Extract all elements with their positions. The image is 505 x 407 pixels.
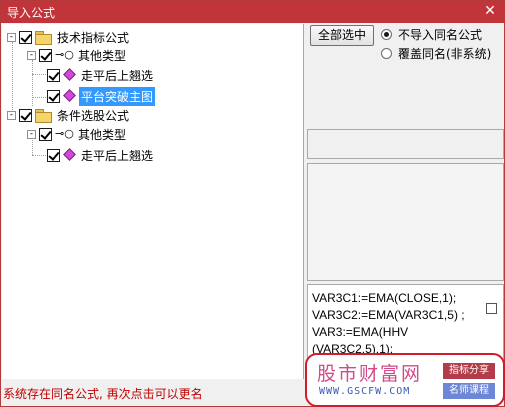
- formula-icon: [63, 149, 75, 161]
- tree-item-label: 走平后上翘选: [81, 68, 154, 83]
- tree-checkbox[interactable]: [47, 68, 60, 82]
- code-line: VAR3C1:=EMA(CLOSE,1);: [312, 291, 457, 305]
- tree-item-label: 条件选股公式: [57, 108, 130, 123]
- formula-icon: [63, 90, 75, 102]
- radio-button[interactable]: [381, 48, 392, 59]
- close-icon[interactable]: ✕: [482, 3, 498, 19]
- code-line: VAR3:=EMA(HHV: [312, 325, 409, 339]
- tree-item-other-types[interactable]: - ⊸○ 其他类型: [27, 46, 128, 64]
- tree-item-label: 走平后上翘选: [81, 148, 154, 163]
- watermark-logo: 股市财富网 WWW.GSCFW.COM 指标分享 名师课程: [305, 353, 505, 407]
- code-checkbox[interactable]: [486, 303, 497, 314]
- tree-item-label: 其他类型: [78, 127, 127, 142]
- status-message: 系统存在同名公式, 再次点击可以更名: [3, 387, 203, 401]
- site-name: 股市财富网: [317, 363, 423, 385]
- key-icon: ⊸○: [55, 127, 74, 140]
- import-formula-dialog: 导入公式 ✕ - 技术指标公式 - ⊸○ 其他类型 走平后上翘选 平台突破主图 …: [0, 0, 505, 407]
- tree-checkbox[interactable]: [39, 127, 52, 141]
- tree-checkbox[interactable]: [19, 30, 32, 44]
- tree-item-label: 其他类型: [78, 48, 127, 63]
- code-line: VAR3C2:=EMA(VAR3C1,5) ;: [312, 308, 465, 322]
- name-field[interactable]: [307, 129, 504, 159]
- tree-item-formula[interactable]: 走平后上翘选: [47, 146, 155, 164]
- collapse-icon[interactable]: -: [7, 32, 16, 42]
- tree-item-stock-selection[interactable]: - 条件选股公式: [7, 106, 131, 124]
- tree-item-other-types[interactable]: - ⊸○ 其他类型: [27, 125, 128, 143]
- radio-overwrite[interactable]: 覆盖同名(非系统): [381, 45, 491, 62]
- tag-indicator-share: 指标分享: [443, 363, 495, 379]
- tree-checkbox[interactable]: [47, 148, 60, 162]
- radio-no-import[interactable]: 不导入同名公式: [381, 26, 482, 43]
- tree-item-formula-selected[interactable]: 平台突破主图: [47, 86, 156, 106]
- radio-button[interactable]: [381, 29, 392, 40]
- select-all-button[interactable]: 全部选中: [310, 25, 374, 46]
- key-icon: ⊸○: [55, 48, 74, 61]
- tree-checkbox[interactable]: [47, 89, 60, 103]
- tree-connector: [32, 74, 46, 75]
- folder-icon: [35, 31, 52, 45]
- tree-checkbox[interactable]: [39, 48, 52, 62]
- tree-connector: [12, 42, 13, 116]
- radio-label: 覆盖同名(非系统): [398, 47, 492, 61]
- site-url: WWW.GSCFW.COM: [319, 386, 411, 397]
- tree-connector: [32, 97, 46, 98]
- tree-item-label: 技术指标公式: [57, 30, 130, 45]
- radio-label: 不导入同名公式: [398, 28, 483, 42]
- collapse-icon[interactable]: -: [7, 110, 16, 120]
- formula-tree[interactable]: - 技术指标公式 - ⊸○ 其他类型 走平后上翘选 平台突破主图 - 条件选股公…: [2, 24, 304, 379]
- folder-icon: [35, 109, 52, 123]
- tree-item-tech-indicators[interactable]: - 技术指标公式: [7, 28, 131, 46]
- collapse-icon[interactable]: -: [27, 50, 36, 60]
- tree-item-label: 平台突破主图: [79, 86, 156, 106]
- window-title: 导入公式: [7, 6, 56, 20]
- tree-connector: [32, 155, 46, 156]
- tree-item-formula[interactable]: 走平后上翘选: [47, 66, 155, 84]
- description-panel: [307, 163, 504, 281]
- formula-icon: [63, 69, 75, 81]
- tree-checkbox[interactable]: [19, 108, 32, 122]
- tree-connector: [32, 60, 33, 106]
- collapse-icon[interactable]: -: [27, 129, 36, 139]
- tag-teacher-course: 名师课程: [443, 383, 495, 399]
- title-bar[interactable]: 导入公式 ✕: [1, 1, 504, 23]
